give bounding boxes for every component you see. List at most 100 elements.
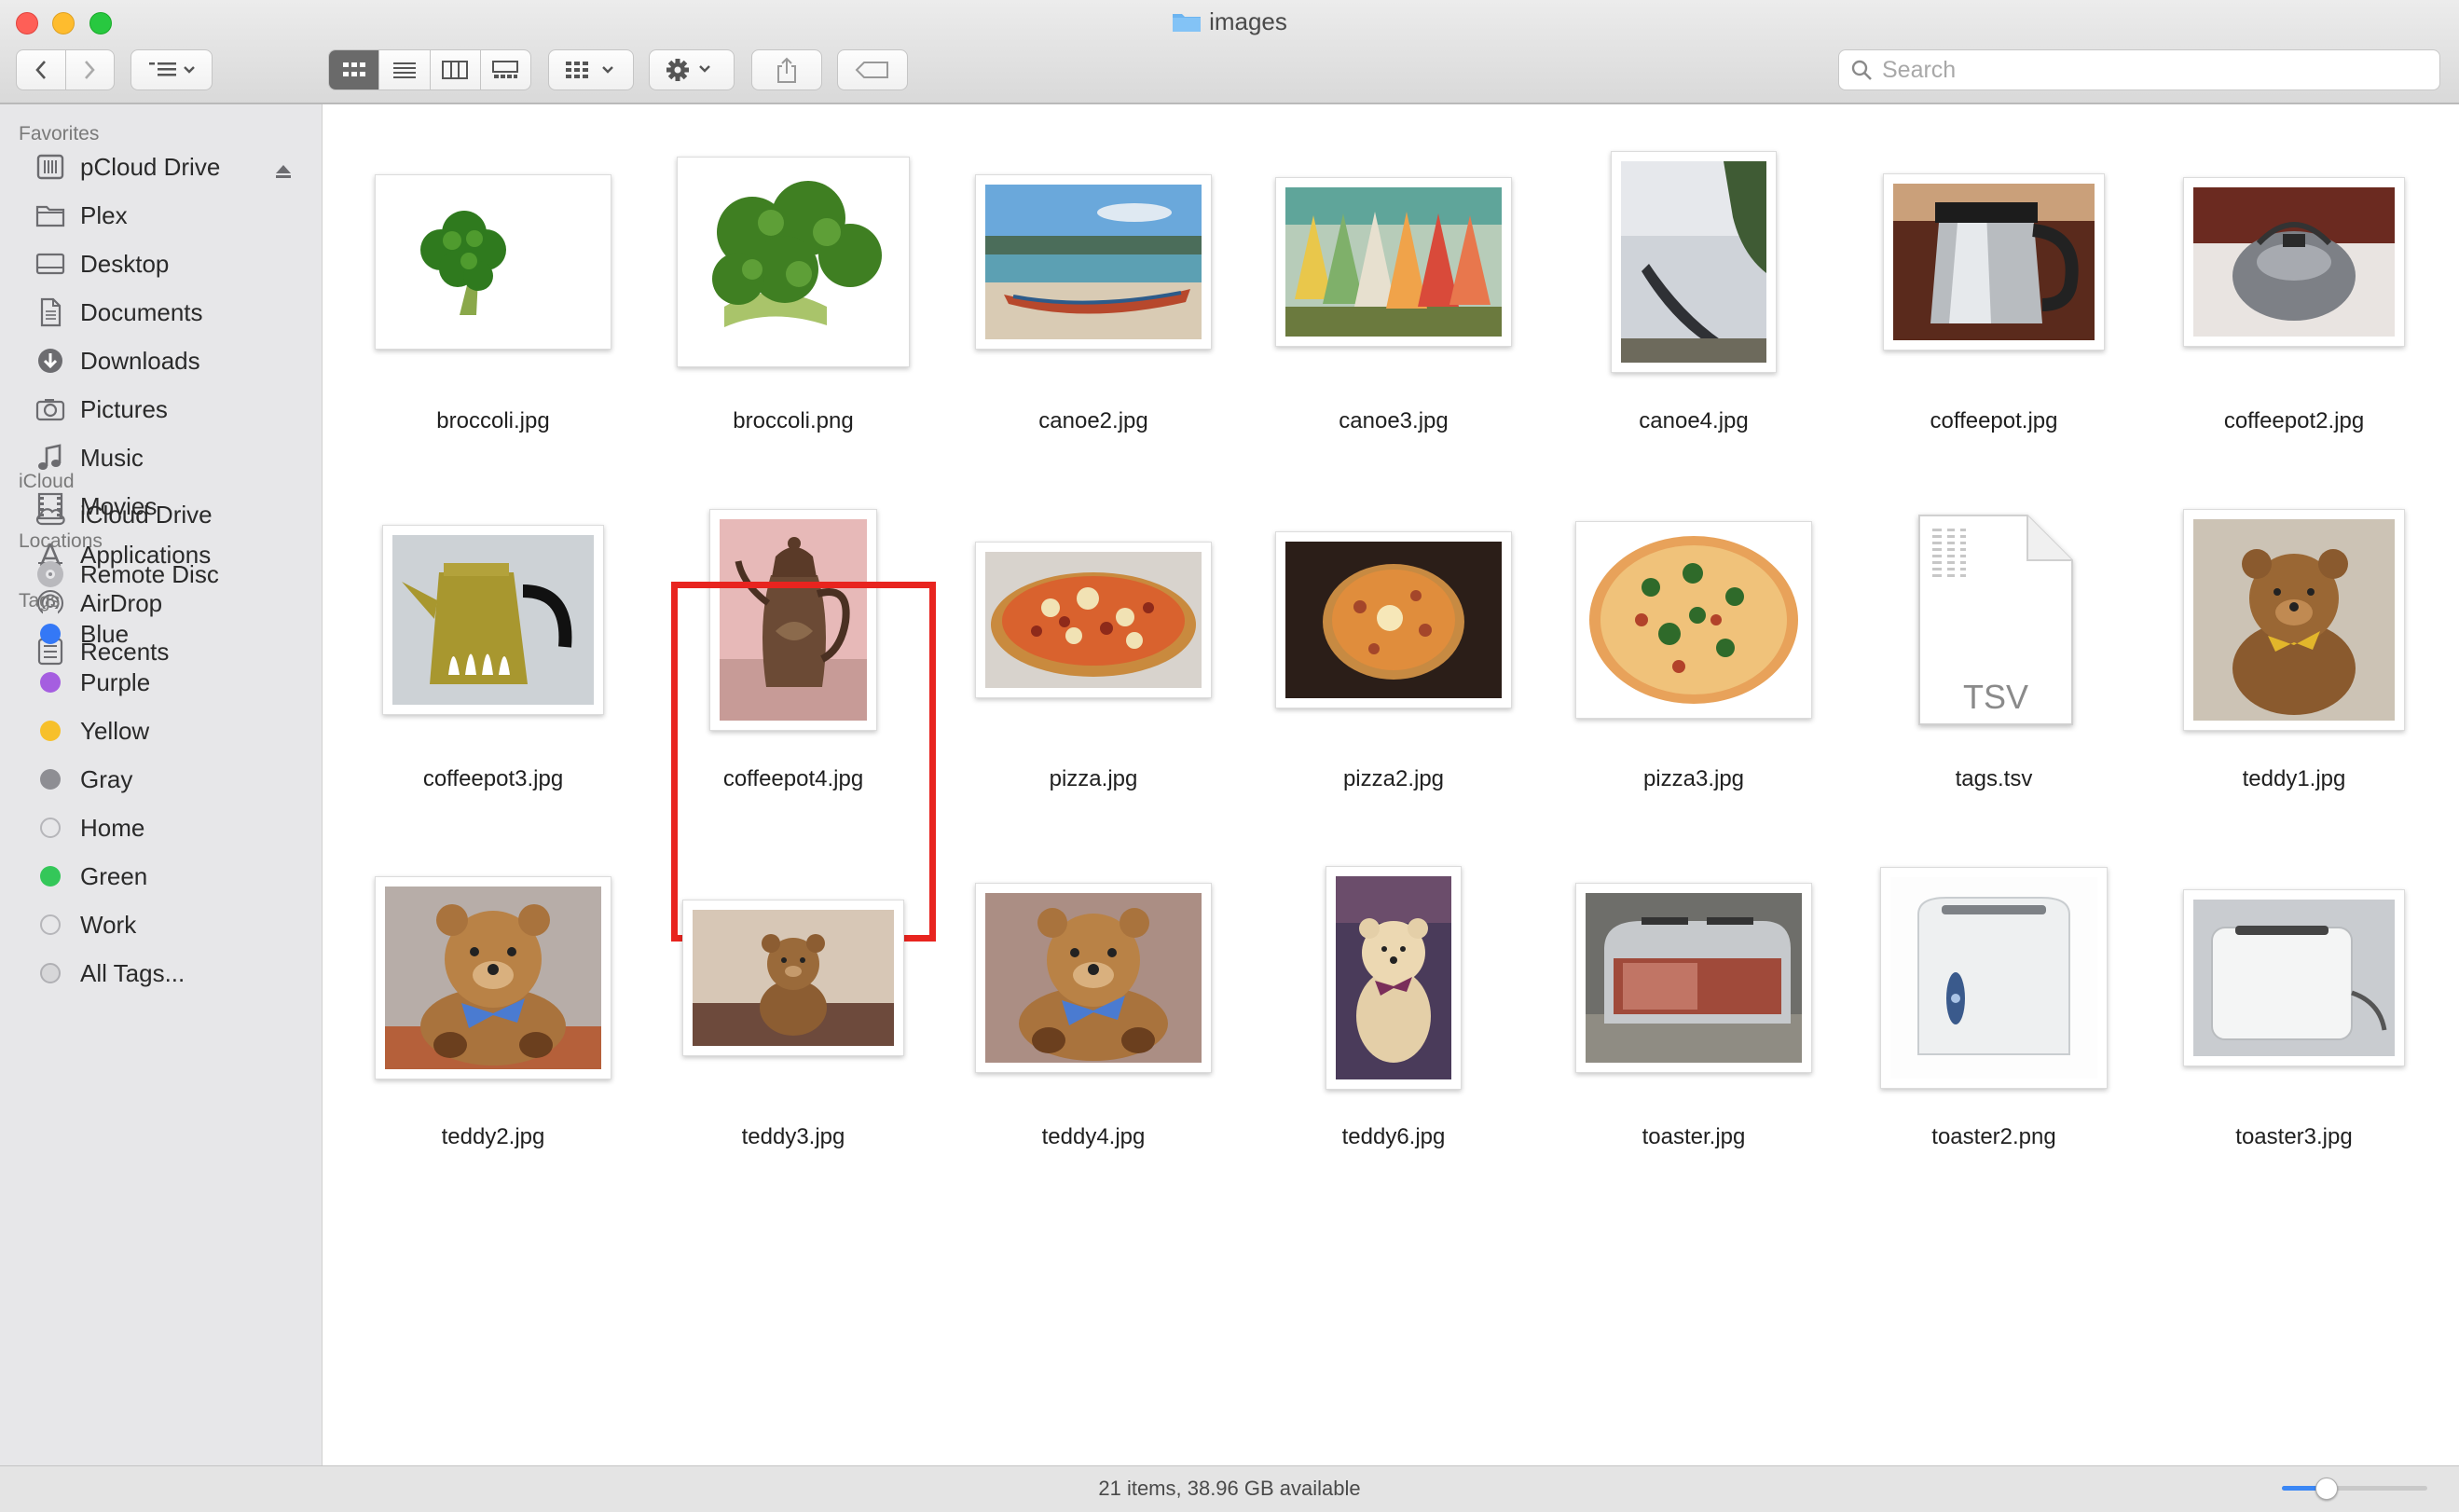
sidebar-item-label: Plex	[80, 200, 128, 229]
columns-icon	[442, 61, 469, 79]
sidebar-item-pcloud-drive[interactable]: pCloud Drive	[34, 146, 220, 187]
tag-dot-icon	[34, 714, 67, 748]
gallery-view-button[interactable]	[481, 50, 530, 89]
toolbar: images Search	[0, 0, 2459, 104]
sidebar-item-label: Blue	[80, 619, 130, 648]
file-item-canoe3-jpg[interactable]: canoe3.jpg	[1243, 127, 1544, 485]
documents-icon	[34, 296, 67, 329]
sidebar-item-label: Desktop	[80, 249, 170, 278]
edit-tags-button[interactable]	[837, 49, 908, 90]
grid-icon	[342, 62, 365, 76]
thumbnail-coffeepot-jpg	[1883, 173, 2105, 351]
tsv-document-icon: TSV	[1918, 515, 2073, 725]
action-menu-button[interactable]	[649, 49, 735, 90]
file-name: coffeepot3.jpg	[422, 766, 564, 791]
file-item-tags-tsv[interactable]: TSV tags.tsv	[1844, 485, 2144, 843]
file-item-teddy1-jpg[interactable]: teddy1.jpg	[2144, 485, 2444, 843]
group-by-button[interactable]	[548, 49, 634, 90]
file-item-teddy2-jpg[interactable]: teddy2.jpg	[343, 843, 643, 1201]
file-name: pizza.jpg	[1049, 766, 1138, 791]
file-item-teddy6-jpg[interactable]: teddy6.jpg	[1243, 843, 1544, 1201]
chevron-left-icon	[35, 61, 46, 79]
sidebar-item-work[interactable]: Work	[34, 904, 136, 945]
folder-icon	[34, 199, 67, 232]
sidebar-item-label: iCloud Drive	[80, 500, 213, 529]
thumbnail-pizza-jpg	[975, 542, 1212, 698]
sidebar-item-icloud-drive[interactable]: iCloud Drive	[34, 494, 213, 535]
sidebar-item-green[interactable]: Green	[34, 856, 147, 897]
forward-button[interactable]	[66, 50, 115, 89]
file-item-toaster3-jpg[interactable]: toaster3.jpg	[2144, 843, 2444, 1201]
desktop-icon	[34, 247, 67, 281]
path-dropdown-button[interactable]	[131, 49, 213, 90]
tag-dot-icon	[34, 908, 67, 942]
file-item-toaster2-png[interactable]: toaster2.png	[1844, 843, 2144, 1201]
tag-icon	[855, 62, 888, 78]
sidebar-item-blue[interactable]: Blue	[34, 613, 129, 654]
finder-window: images Search Favorites pCloud Drive Ple…	[0, 0, 2459, 1512]
file-name: teddy4.jpg	[1041, 1124, 1146, 1149]
file-item-coffeepot3-jpg[interactable]: coffeepot3.jpg	[343, 485, 643, 843]
back-button[interactable]	[17, 50, 66, 89]
search-placeholder: Search	[1882, 56, 1957, 83]
file-item-teddy3-jpg[interactable]: teddy3.jpg	[643, 843, 943, 1201]
file-name: teddy2.jpg	[441, 1124, 545, 1149]
file-name: toaster2.png	[1931, 1124, 2056, 1149]
status-bar: 21 items, 38.96 GB available	[0, 1465, 2459, 1512]
thumbnail-teddy4-jpg	[975, 883, 1212, 1073]
icon-view-button[interactable]	[329, 50, 380, 89]
file-item-canoe4-jpg[interactable]: canoe4.jpg	[1544, 127, 1844, 485]
thumbnail-canoe2-jpg	[975, 174, 1212, 350]
thumbnail-teddy3-jpg	[682, 900, 904, 1056]
file-name: toaster.jpg	[1642, 1124, 1746, 1149]
thumbnail-coffeepot3-jpg	[382, 525, 604, 715]
group-grid-icon	[566, 62, 613, 78]
navigation-buttons	[16, 49, 115, 90]
file-name: canoe3.jpg	[1339, 408, 1449, 433]
share-icon	[777, 57, 796, 83]
sidebar-item-home[interactable]: Home	[34, 807, 144, 848]
sidebar-item-downloads[interactable]: Downloads	[34, 340, 200, 381]
icon-size-slider-knob[interactable]	[2315, 1478, 2338, 1500]
sidebar-item-desktop[interactable]: Desktop	[34, 243, 169, 284]
gear-icon	[666, 59, 710, 81]
thumbnail-canoe3-jpg	[1275, 177, 1512, 347]
file-item-broccoli-png[interactable]: broccoli.png	[643, 127, 943, 485]
share-button[interactable]	[751, 49, 822, 90]
file-item-coffeepot-jpg[interactable]: coffeepot.jpg	[1844, 127, 2144, 485]
tag-dot-icon	[34, 666, 67, 699]
file-item-pizza-jpg[interactable]: pizza.jpg	[943, 485, 1243, 843]
column-view-button[interactable]	[431, 50, 481, 89]
sidebar-item-remote-disc[interactable]: Remote Disc	[34, 554, 219, 595]
sidebar-item-label: Remote Disc	[80, 559, 219, 588]
list-icon	[392, 62, 416, 78]
cloud-icon	[34, 498, 67, 531]
sidebar-item-label: Home	[80, 813, 145, 842]
file-item-toaster-jpg[interactable]: toaster.jpg	[1544, 843, 1844, 1201]
sidebar-item-pictures[interactable]: Pictures	[34, 389, 168, 430]
sidebar-item-yellow[interactable]: Yellow	[34, 710, 149, 751]
sidebar-item-documents[interactable]: Documents	[34, 292, 203, 333]
sidebar-item-purple[interactable]: Purple	[34, 662, 150, 703]
file-item-broccoli-jpg[interactable]: broccoli.jpg	[343, 127, 643, 485]
pictures-icon	[34, 392, 67, 426]
list-options-icon	[149, 62, 195, 76]
list-view-button[interactable]	[379, 50, 431, 89]
icon-size-slider[interactable]	[2282, 1478, 2427, 1500]
file-item-coffeepot2-jpg[interactable]: coffeepot2.jpg	[2144, 127, 2444, 485]
file-item-pizza2-jpg[interactable]: pizza2.jpg	[1243, 485, 1544, 843]
search-field[interactable]: Search	[1838, 49, 2440, 90]
sidebar-item-all-tags[interactable]: All Tags...	[34, 953, 185, 994]
file-item-pizza3-jpg[interactable]: pizza3.jpg	[1544, 485, 1844, 843]
file-item-canoe2-jpg[interactable]: canoe2.jpg	[943, 127, 1243, 485]
sidebar-item-plex[interactable]: Plex	[34, 195, 128, 236]
thumbnail-canoe4-jpg	[1611, 151, 1777, 373]
sidebar-item-label: Gray	[80, 764, 133, 793]
file-item-teddy4-jpg[interactable]: teddy4.jpg	[943, 843, 1243, 1201]
thumbnail-pizza3-jpg	[1575, 521, 1812, 719]
file-name: broccoli.png	[733, 408, 854, 433]
sidebar-item-gray[interactable]: Gray	[34, 759, 132, 800]
eject-icon[interactable]	[274, 163, 293, 180]
sidebar-item-label: Green	[80, 861, 148, 890]
file-grid: broccoli.jpg broccoli.png canoe2.jpg can…	[323, 104, 2459, 1465]
